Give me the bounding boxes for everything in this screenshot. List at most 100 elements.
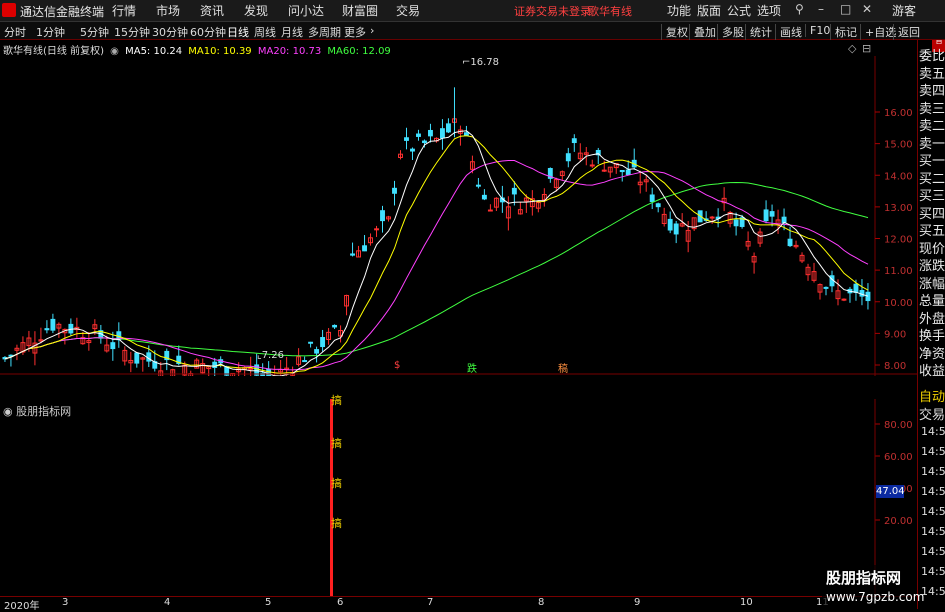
auto-label[interactable]: 自动 (919, 386, 945, 405)
signal-fall: 跌 (467, 364, 477, 375)
split-icon[interactable]: ⊟ (862, 42, 871, 55)
candle-body (392, 187, 397, 194)
candle-body (320, 337, 326, 348)
candle-body (763, 209, 769, 222)
x-label-6: 6 (337, 597, 344, 608)
minimize-icon[interactable]: – (818, 2, 824, 16)
pin-icon[interactable]: ⚲ (795, 2, 804, 16)
menu-jiaoyi[interactable]: 交易 (396, 2, 420, 19)
low-annotation: ⌞7.26 (257, 350, 284, 361)
period-15min[interactable]: 15分钟 (114, 24, 150, 40)
sub-current-value: 47.04 (876, 485, 905, 498)
price-tick-label: 11.00 (884, 266, 913, 277)
watermark-name: 股朋指标网 (826, 569, 902, 587)
btn-duogu[interactable]: 多股 (717, 24, 744, 40)
x-label-9: 9 (634, 597, 641, 608)
quote-field-11: 现价 (919, 241, 945, 257)
x-label-8: 8 (538, 597, 545, 608)
candle-body (380, 210, 385, 222)
tick-time-5: 14:56 (921, 525, 945, 538)
menu-zixun[interactable]: 资讯 (200, 2, 224, 19)
candle-body (565, 153, 571, 162)
candle-body (302, 360, 308, 363)
menu-gongneng[interactable]: 功能 (667, 2, 691, 19)
menu-gongshi[interactable]: 公式 (727, 2, 751, 19)
price-tick-label: 15.00 (884, 140, 913, 151)
btn-back[interactable]: 返回 (893, 24, 920, 40)
quote-field-8: 买三 (919, 189, 945, 204)
date-axis: 2020年 3 4 5 6 7 8 9 10 11 (0, 596, 917, 612)
price-tick-label: 8.00 (884, 361, 906, 372)
quote-field-12: 涨跌 (919, 259, 945, 274)
candle-body (481, 194, 487, 200)
x-label-2020: 2020年 (4, 601, 40, 612)
candle-body (589, 164, 595, 167)
sub-indicator-chart[interactable]: 100.080.0060.0040.0020.00 (0, 399, 917, 596)
candle-body (853, 283, 859, 293)
quote-field-10: 买五 (919, 224, 945, 239)
btn-add-favorite[interactable]: +自选 (860, 24, 896, 40)
marker-4: 搞 (331, 517, 342, 530)
watermark: 股朋指标网 www.7gpzb.com (822, 565, 924, 609)
menu-caifuquan[interactable]: 财富圈 (342, 2, 378, 19)
btn-biaoji[interactable]: 标记 (830, 24, 857, 40)
period-bar: 分时 1分钟 5分钟 15分钟 30分钟 60分钟 日线 周线 月线 多周期 更… (0, 22, 945, 40)
quote-field-9: 买四 (919, 206, 945, 222)
quote-field-3: 卖三 (919, 101, 945, 117)
tick-time-2: 14:56 (921, 465, 945, 478)
login-status[interactable]: 证券交易未登录 (514, 3, 591, 19)
candle-body (475, 184, 481, 187)
candle-body (673, 223, 679, 235)
btn-fuquan[interactable]: 复权 (661, 24, 688, 40)
candle-body (362, 245, 367, 252)
guest-user[interactable]: 游客 (892, 2, 916, 19)
quote-field-7: 买二 (919, 171, 945, 187)
maximize-icon[interactable]: □ (840, 2, 851, 16)
quote-field-16: 换手 (919, 329, 945, 344)
candle-body (625, 169, 631, 175)
close-icon[interactable]: ✕ (862, 2, 872, 16)
menu-wenxiaoda[interactable]: 问小达 (288, 2, 324, 19)
period-multi[interactable]: 多周期 (308, 24, 341, 40)
signal-dollar: $ (394, 360, 401, 371)
period-more[interactable]: 更多 (344, 24, 366, 40)
candle-body (439, 128, 445, 139)
price-tick-label: 16.00 (884, 108, 913, 119)
menu-faxian[interactable]: 发现 (244, 2, 268, 19)
period-5min[interactable]: 5分钟 (80, 24, 109, 40)
diamond-icon[interactable]: ◇ (848, 42, 856, 55)
period-monthly[interactable]: 月线 (281, 24, 303, 40)
candle-body (68, 323, 74, 334)
menu-hangqing[interactable]: 行情 (112, 2, 136, 19)
period-fenshi[interactable]: 分时 (4, 24, 26, 40)
btn-huaxian[interactable]: 画线 (775, 24, 802, 40)
candle-body (649, 194, 655, 203)
menu-xuanxiang[interactable]: 选项 (757, 2, 781, 19)
menu-banmian[interactable]: 版面 (697, 2, 721, 19)
btn-diejia[interactable]: 叠加 (689, 24, 716, 40)
period-60min[interactable]: 60分钟 (190, 24, 226, 40)
period-daily[interactable]: 日线 (227, 24, 249, 40)
btn-f10[interactable]: F10 (805, 24, 830, 37)
app-logo-icon (2, 3, 16, 17)
candle-body (410, 148, 415, 152)
period-30min[interactable]: 30分钟 (152, 24, 188, 40)
candle-body (110, 342, 116, 350)
candle-body (487, 209, 493, 212)
period-weekly[interactable]: 周线 (254, 24, 276, 40)
quote-field-5: 卖一 (919, 136, 945, 152)
candle-body (350, 253, 355, 256)
candle-body (571, 138, 577, 144)
candlestick-chart[interactable]: 16.00 15.00 14.00 13.00 12.00 11.00 10.00 9.00 8… (0, 56, 917, 376)
menu-shichang[interactable]: 市场 (156, 2, 180, 19)
marker-2: 搞 (331, 437, 342, 450)
sub-tick-label: 60.00 (884, 452, 913, 463)
btn-tongji[interactable]: 统计 (745, 24, 772, 40)
x-label-4: 4 (164, 597, 171, 608)
price-tick-label: 12.00 (884, 235, 913, 246)
period-1min[interactable]: 1分钟 (36, 24, 65, 40)
chevron-right-icon[interactable]: › (370, 24, 374, 37)
quote-field-13: 涨幅 (919, 276, 945, 292)
trade-label[interactable]: 交易 (919, 404, 945, 423)
ma-indicator-line: 歌华有线(日线 前复权) ◉ MA5: 10.24 MA10: 10.39 MA… (3, 42, 394, 57)
